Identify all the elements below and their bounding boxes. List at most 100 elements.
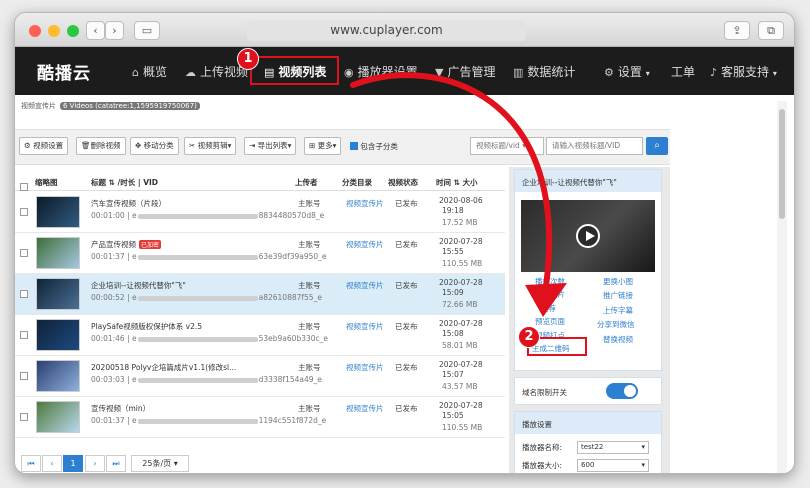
include-subcategory-checkbox[interactable]: 包含子分类 <box>350 141 398 152</box>
video-settings-button[interactable]: ⚙ 视频设置 <box>19 137 69 155</box>
category-link[interactable]: 视频宣传片 <box>346 362 384 373</box>
side-link-left[interactable]: 播放次数 <box>535 276 565 287</box>
category-link[interactable]: 视频宣传片 <box>346 239 384 250</box>
side-link-right[interactable]: 更换小图 <box>603 276 633 287</box>
delete-video-button[interactable]: 🗑删除视频 <box>76 137 126 155</box>
table-row[interactable]: 汽车宣传视频（片段） 00:01:00 | e 8834480570d8_e 主账号 视… <box>15 192 505 233</box>
redacted-vid <box>137 213 258 219</box>
video-status: 已发布 <box>395 281 418 290</box>
video-date: 2020-07-28 <box>439 278 483 287</box>
video-title[interactable]: 宣传视频（min） <box>91 403 150 414</box>
nav-overview[interactable]: ⌂ 概览 <box>132 63 167 80</box>
side-link-right[interactable]: 上传字幕 <box>603 305 633 316</box>
category-link[interactable]: 视频宣传片 <box>346 321 384 332</box>
maximize-window-button[interactable] <box>67 25 79 37</box>
nav-tickets[interactable]: 工单 <box>671 63 695 80</box>
row-checkbox[interactable] <box>20 290 28 299</box>
list-toolbar: ⚙ 视频设置 🗑删除视频 ✥ 移动分类 ✂ 视频剪辑▾ ⇥ 导出列表▾ ⊞ 更多… <box>15 129 670 165</box>
side-link-right[interactable]: 分享到微信 <box>597 319 635 330</box>
column-title[interactable]: 标题 ⇅ /时长 | VID <box>91 177 158 188</box>
scrollbar-thumb[interactable] <box>779 109 785 219</box>
video-title[interactable]: 汽车宣传视频（片段） <box>91 198 166 209</box>
chevron-down-icon: ▾ <box>641 461 645 469</box>
video-size: 110.55 MB <box>442 259 483 268</box>
redacted-vid <box>137 336 258 342</box>
video-thumbnail[interactable] <box>36 278 80 310</box>
video-time: 15:07 <box>442 370 464 379</box>
row-checkbox[interactable] <box>20 208 28 217</box>
table-row[interactable]: 20200518 Polyv企培篇成片v1.1(修改sl... 00:03:03 … <box>15 356 505 397</box>
row-checkbox[interactable] <box>20 413 28 422</box>
page-current[interactable]: 1 <box>63 455 83 472</box>
tabs-icon[interactable]: ⧉ <box>758 21 784 40</box>
nav-player-settings[interactable]: ◉ 播放器设置 <box>344 63 418 80</box>
video-thumbnail[interactable] <box>36 319 80 351</box>
video-title[interactable]: 企业培训--让视频代替你"飞" <box>91 280 186 291</box>
nav-settings[interactable]: ⚙ 设置 ▾ <box>604 63 650 80</box>
side-link-left[interactable]: 下载图片 <box>535 289 565 300</box>
side-link-right[interactable]: 替换视频 <box>603 334 633 345</box>
video-status: 已发布 <box>395 322 418 331</box>
prev-page-button[interactable]: ‹ <box>42 455 62 472</box>
table-row[interactable]: 宣传视频（min） 00:01:37 | e 1194c551f872d_e 主账号 视… <box>15 397 505 438</box>
video-status: 已发布 <box>395 240 418 249</box>
side-link-left[interactable]: 推荐 <box>541 303 556 314</box>
vertical-scrollbar[interactable] <box>777 101 787 473</box>
chevron-right-icon[interactable]: › <box>105 21 124 40</box>
play-circle-icon: ◉ <box>344 66 354 79</box>
row-checkbox[interactable] <box>20 249 28 258</box>
side-link-left[interactable]: 预览页面 <box>535 316 565 327</box>
logo: 酷播云 <box>37 64 91 84</box>
video-count-badge: 6 Videos (catatree:1,1595919750067) <box>60 102 200 110</box>
video-size: 110.55 MB <box>442 423 483 432</box>
nav-support[interactable]: ♪ 客服支持 ▾ <box>710 63 777 80</box>
table-row[interactable]: 企业培训--让视频代替你"飞" 00:00:52 | e a82610887f55_… <box>15 274 505 315</box>
uploader: 主账号 <box>298 322 321 331</box>
nav-ads[interactable]: ▼ 广告管理 <box>435 63 495 80</box>
video-preview[interactable] <box>521 200 655 272</box>
video-title[interactable]: 产品宣传视频 已加密 <box>91 239 162 250</box>
export-list-button[interactable]: ⇥ 导出列表▾ <box>244 137 297 155</box>
video-title[interactable]: 20200518 Polyv企培篇成片v1.1(修改sl... <box>91 362 236 373</box>
search-scope-select[interactable]: 视频标题/vid ▾ <box>470 137 544 155</box>
next-page-button[interactable]: › <box>85 455 105 472</box>
close-window-button[interactable] <box>29 25 41 37</box>
video-edit-button[interactable]: ✂ 视频剪辑▾ <box>184 137 237 155</box>
video-thumbnail[interactable] <box>36 196 80 228</box>
last-page-button[interactable]: ⏭ <box>106 455 126 472</box>
video-title[interactable]: PlaySafe视频版权保护体系 v2.5 <box>91 321 202 332</box>
share-icon[interactable]: ⇪ <box>724 21 750 40</box>
page-size-select[interactable]: 25条/页 ▾ <box>131 455 189 472</box>
player-name-select[interactable]: test22 ▾ <box>577 441 649 454</box>
player-size-select[interactable]: 600 ▾ <box>577 459 649 472</box>
category-link[interactable]: 视频宣传片 <box>346 198 384 209</box>
category-link[interactable]: 视频宣传片 <box>346 280 384 291</box>
sidebar-icon[interactable]: ▭ <box>134 21 160 40</box>
column-time-size[interactable]: 时间 ⇅ 大小 <box>436 177 478 188</box>
video-date: 2020-07-28 <box>439 360 483 369</box>
search-icon[interactable]: ⌕ <box>646 137 668 155</box>
domain-limit-toggle[interactable] <box>606 383 638 399</box>
row-checkbox[interactable] <box>20 372 28 381</box>
video-thumbnail[interactable] <box>36 360 80 392</box>
table-row[interactable]: 产品宣传视频 已加密 00:01:37 | e 63e39df39a950_e 主账号 视… <box>15 233 505 274</box>
chevron-left-icon[interactable]: ‹ <box>86 21 105 40</box>
move-category-button[interactable]: ✥ 移动分类 <box>130 137 179 155</box>
video-thumbnail[interactable] <box>36 237 80 269</box>
minimize-window-button[interactable] <box>48 25 60 37</box>
row-checkbox[interactable] <box>20 331 28 340</box>
category-link[interactable]: 视频宣传片 <box>346 403 384 414</box>
chevron-down-icon: ▾ <box>645 69 650 78</box>
video-date: 2020-07-28 <box>439 237 483 246</box>
video-date: 2020-08-06 <box>439 196 483 205</box>
video-thumbnail[interactable] <box>36 401 80 433</box>
chevron-down-icon: ▾ <box>287 141 292 150</box>
table-row[interactable]: PlaySafe视频版权保护体系 v2.5 00:01:46 | e 53eb9a6… <box>15 315 505 356</box>
more-button[interactable]: ⊞ 更多▾ <box>304 137 342 155</box>
first-page-button[interactable]: ⏮ <box>21 455 41 472</box>
nav-stats[interactable]: ▥ 数据统计 <box>513 63 575 80</box>
address-bar[interactable]: www.cuplayer.com <box>247 20 526 41</box>
side-link-right[interactable]: 推广链接 <box>603 290 633 301</box>
search-input[interactable]: 请输入视频标题/VID <box>546 137 643 155</box>
video-date: 2020-07-28 <box>439 319 483 328</box>
